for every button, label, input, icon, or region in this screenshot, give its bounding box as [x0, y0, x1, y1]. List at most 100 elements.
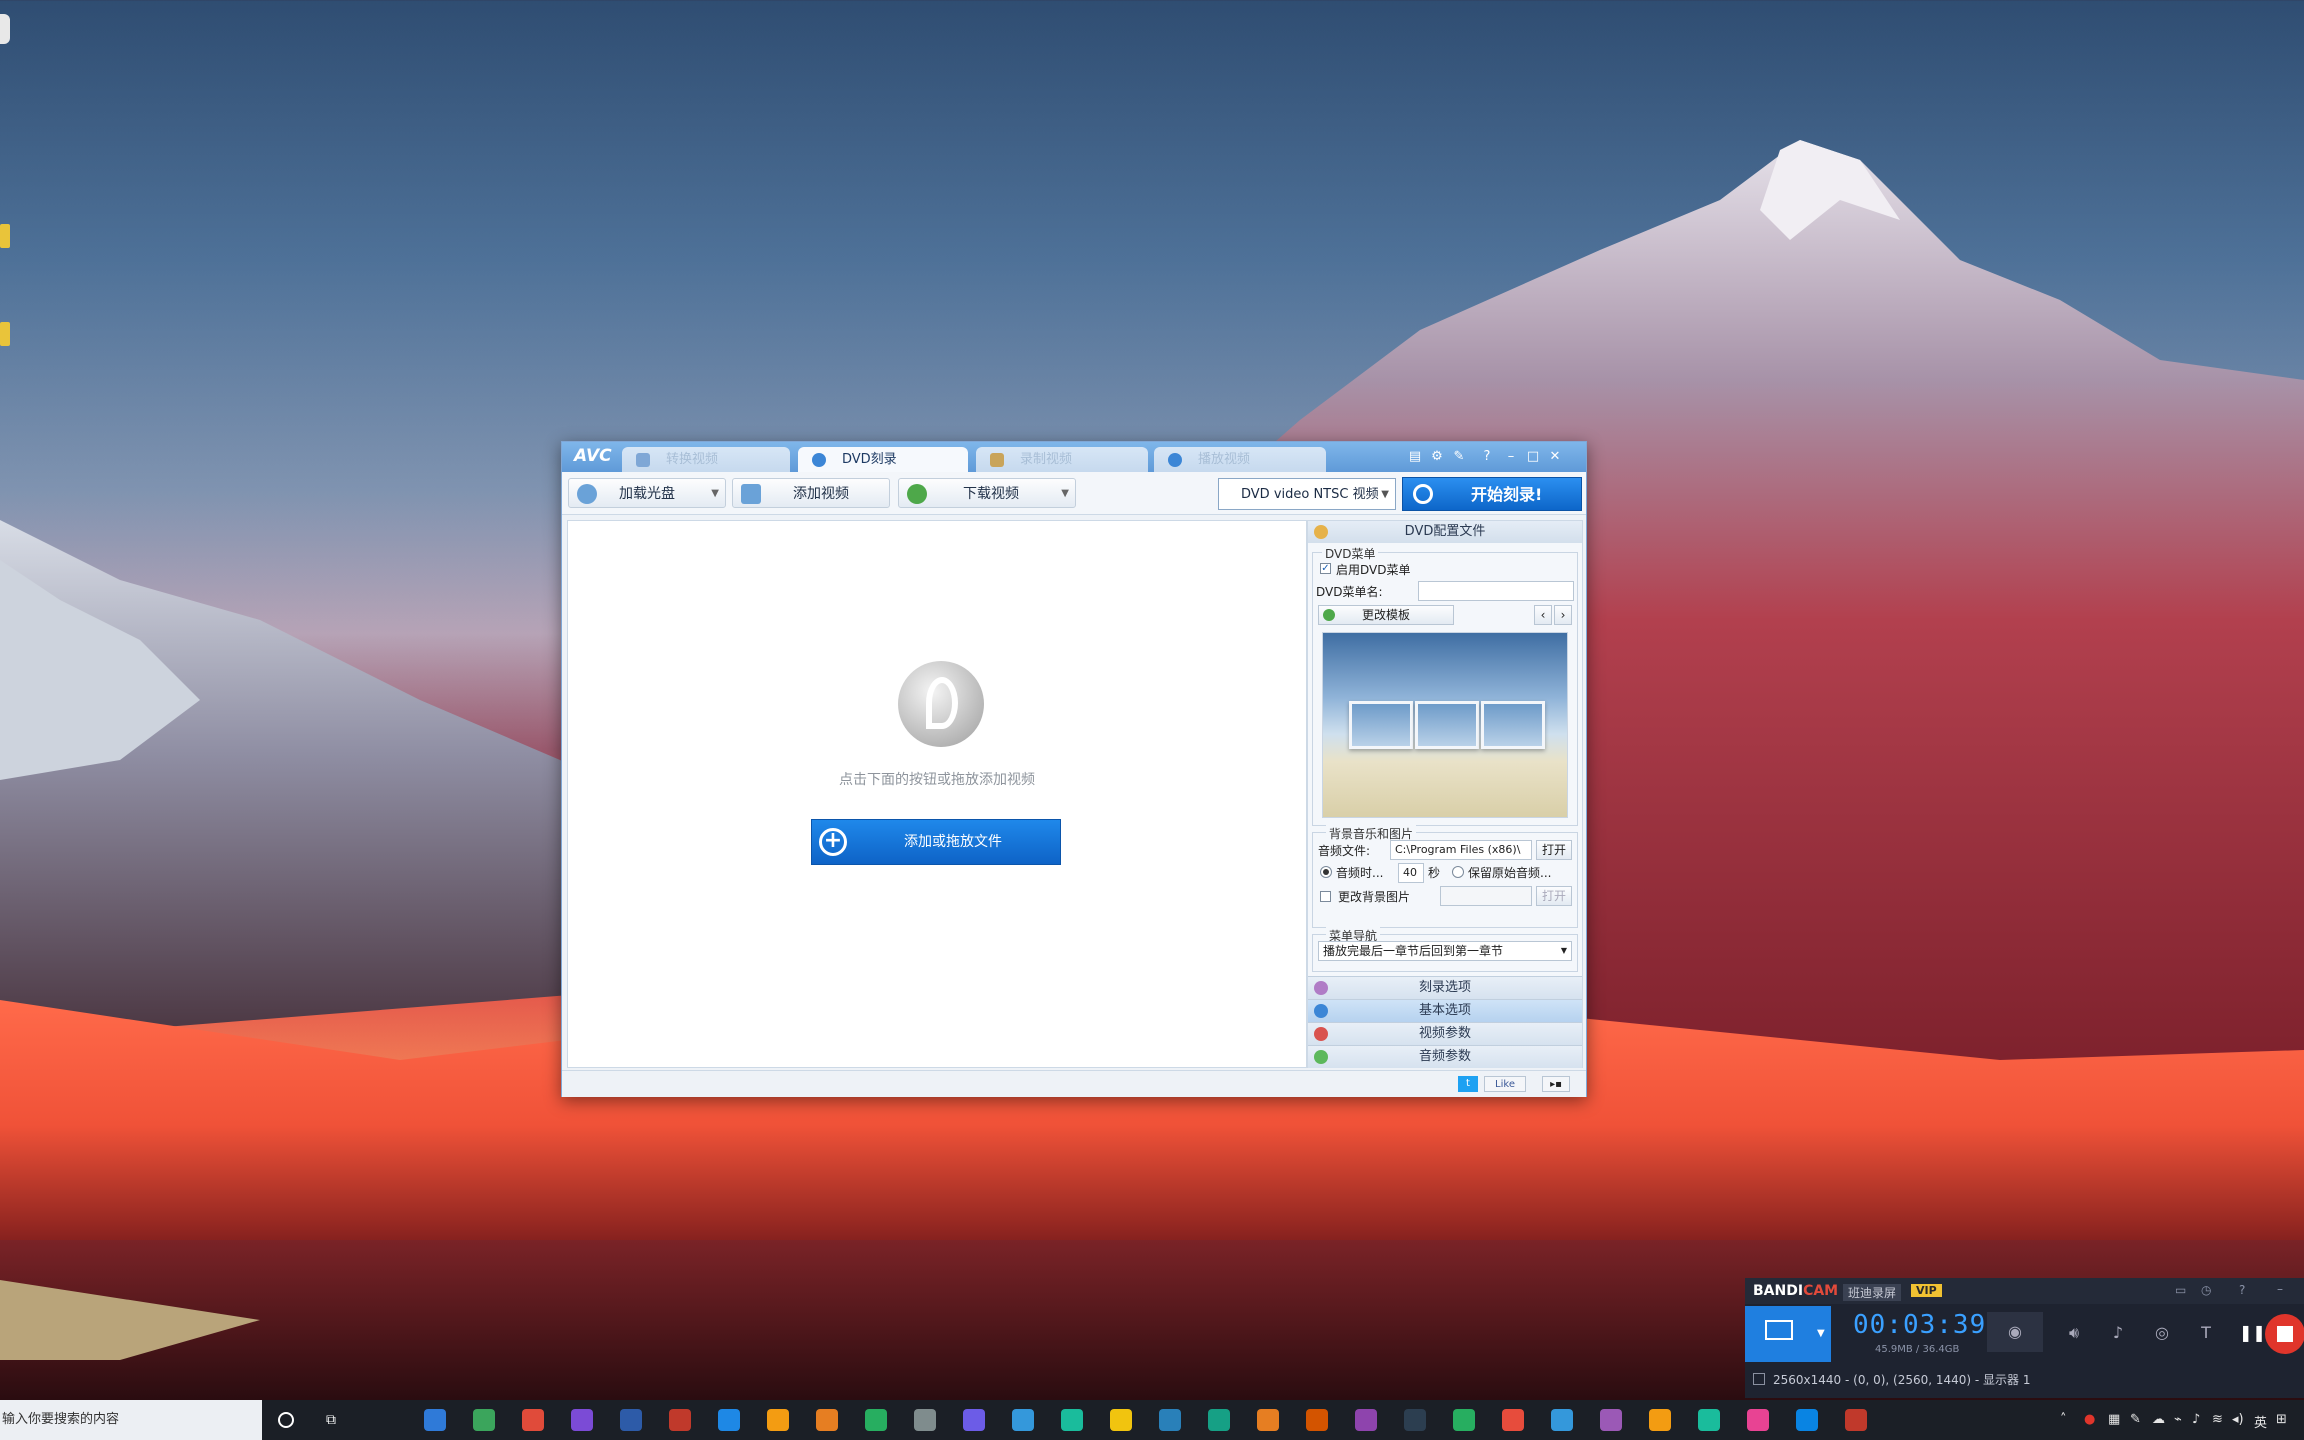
prev-template-button[interactable]: ‹ [1534, 605, 1552, 625]
taskbar-app-icon[interactable] [1649, 1409, 1671, 1431]
close-icon[interactable]: ✕ [1547, 449, 1563, 465]
region-checkbox[interactable] [1753, 1373, 1765, 1385]
mic-tray-icon[interactable]: ♪ [2192, 1412, 2200, 1427]
minimize-icon[interactable]: – [2277, 1282, 2283, 1296]
taskbar-app-icon[interactable] [1600, 1409, 1622, 1431]
cloud-icon[interactable]: ☁ [2152, 1412, 2165, 1427]
download-video-button[interactable]: 下载视频 ▼ [898, 478, 1076, 508]
taskbar-app-icon[interactable] [1796, 1409, 1818, 1431]
text-icon[interactable]: T [2195, 1322, 2217, 1344]
taskbar-search-input[interactable]: 输入你要搜索的内容 [0, 1400, 262, 1440]
webcam-icon[interactable]: ◉ [1987, 1312, 2043, 1352]
taskbar-app-icon[interactable] [1012, 1409, 1034, 1431]
taskbar-app-icon[interactable] [914, 1409, 936, 1431]
ime-icon[interactable]: ⊞ [2276, 1412, 2287, 1427]
taskbar-app-icon[interactable] [1355, 1409, 1377, 1431]
chevron-down-icon[interactable]: ▼ [711, 479, 719, 509]
panel-header[interactable]: DVD配置文件 [1308, 521, 1582, 543]
language-indicator[interactable]: 英 [2254, 1412, 2267, 1431]
twitter-icon[interactable]: t [1458, 1076, 1478, 1092]
usb-icon[interactable]: ⌁ [2174, 1412, 2182, 1427]
taskbar-app-icon[interactable] [473, 1409, 495, 1431]
taskbar-app-icon[interactable] [1110, 1409, 1132, 1431]
pause-icon[interactable]: ❚❚ [2239, 1322, 2266, 1344]
change-template-button[interactable]: 更改模板 [1318, 605, 1454, 625]
tray-up-icon[interactable]: ˄ [2060, 1412, 2067, 1427]
taskbar-app-icon[interactable] [1061, 1409, 1083, 1431]
toggle-panel-icon[interactable]: ▸▪ [1542, 1076, 1570, 1092]
taskbar-app-icon[interactable] [767, 1409, 789, 1431]
taskbar-app-icon[interactable] [1453, 1409, 1475, 1431]
mouse-effect-icon[interactable]: ◎ [2151, 1322, 2173, 1344]
desktop-icon[interactable] [0, 224, 10, 248]
output-profile-select[interactable]: DVD video NTSC 视频 ▼ [1218, 478, 1396, 510]
taskbar-app-icon[interactable] [1502, 1409, 1524, 1431]
section-burn-options[interactable]: 刻录选项 [1308, 976, 1582, 999]
folder-icon[interactable]: ▭ [2175, 1283, 2186, 1297]
audio-duration-input[interactable]: 40 [1398, 863, 1424, 883]
chevron-down-icon[interactable]: ▼ [1061, 479, 1069, 509]
add-file-button[interactable]: + 添加或拖放文件 [811, 819, 1061, 865]
wifi-icon[interactable]: ≋ [2212, 1412, 2223, 1427]
start-burn-button[interactable]: 开始刻录! [1402, 477, 1582, 511]
help-icon[interactable]: ? [2239, 1283, 2245, 1297]
log-icon[interactable]: ▤ [1407, 449, 1423, 465]
chevron-down-icon[interactable]: ▼ [1817, 1328, 1825, 1339]
minimize-icon[interactable]: – [1503, 449, 1519, 465]
taskbar-app-icon[interactable] [718, 1409, 740, 1431]
taskbar-app-icon[interactable] [1159, 1409, 1181, 1431]
microphone-icon[interactable]: ♪ [2107, 1322, 2129, 1344]
settings-icon[interactable]: ⚙ [1429, 449, 1445, 465]
taskbar-app-icon[interactable] [669, 1409, 691, 1431]
tab-convert-video[interactable]: 转换视频 [622, 447, 790, 472]
open-bg-button[interactable]: 打开 [1536, 886, 1572, 906]
speaker-icon[interactable]: 🔊︎ [2063, 1322, 2085, 1344]
cortana-icon[interactable] [278, 1412, 294, 1428]
tab-play-video[interactable]: 播放视频 [1154, 447, 1326, 472]
record-tray-icon[interactable]: ● [2084, 1412, 2095, 1427]
section-audio-params[interactable]: 音频参数 [1308, 1045, 1582, 1068]
volume-icon[interactable]: ◂) [2232, 1412, 2244, 1427]
clock-icon[interactable]: ◷ [2201, 1283, 2211, 1297]
tools-icon[interactable]: ✎ [1451, 449, 1467, 465]
section-video-params[interactable]: 视频参数 [1308, 1022, 1582, 1045]
keep-audio-radio[interactable] [1452, 866, 1464, 878]
taskbar-app-icon[interactable] [1208, 1409, 1230, 1431]
taskbar-app-icon[interactable] [963, 1409, 985, 1431]
file-drop-area[interactable]: 点击下面的按钮或拖放添加视频 + 添加或拖放文件 [567, 520, 1307, 1068]
taskbar-app-icon[interactable] [1698, 1409, 1720, 1431]
open-audio-button[interactable]: 打开 [1536, 840, 1572, 860]
taskbar-app-icon[interactable] [865, 1409, 887, 1431]
taskbar-app-icon[interactable] [522, 1409, 544, 1431]
taskbar-app-icon[interactable] [424, 1409, 446, 1431]
task-view-icon[interactable]: ⧉ [326, 1412, 336, 1428]
taskbar-app-icon[interactable] [1257, 1409, 1279, 1431]
desktop-icon[interactable] [0, 322, 10, 346]
tab-record-video[interactable]: 录制视频 [976, 447, 1148, 472]
taskbar-app-icon[interactable] [571, 1409, 593, 1431]
next-template-button[interactable]: › [1554, 605, 1572, 625]
change-bg-checkbox[interactable] [1320, 891, 1331, 902]
tab-dvd-burn[interactable]: DVD刻录 [798, 447, 968, 472]
desktop-icon[interactable] [0, 14, 10, 44]
load-disc-button[interactable]: 加载光盘 ▼ [568, 478, 726, 508]
facebook-like-button[interactable]: Like [1484, 1076, 1526, 1092]
taskbar-app-icon[interactable] [1306, 1409, 1328, 1431]
help-icon[interactable]: ? [1479, 449, 1495, 465]
taskbar-app-icon[interactable] [1551, 1409, 1573, 1431]
enable-menu-checkbox[interactable]: ✓ [1320, 563, 1331, 574]
stop-record-button[interactable] [2265, 1314, 2304, 1354]
section-basic-options[interactable]: 基本选项 [1308, 999, 1582, 1022]
menu-name-input[interactable] [1418, 581, 1574, 601]
taskbar-app-icon[interactable] [1404, 1409, 1426, 1431]
taskbar-app-icon[interactable] [620, 1409, 642, 1431]
maximize-icon[interactable]: □ [1525, 449, 1541, 465]
audio-duration-radio[interactable] [1320, 866, 1332, 878]
audio-file-input[interactable]: C:\Program Files (x86)\ [1390, 840, 1532, 860]
add-video-button[interactable]: 添加视频 [732, 478, 890, 508]
menu-template-preview[interactable] [1322, 632, 1568, 818]
menu-nav-select[interactable]: 播放完最后一章节后回到第一章节 ▼ [1318, 941, 1572, 961]
taskbar-app-icon[interactable] [1747, 1409, 1769, 1431]
taskbar-app-icon[interactable] [816, 1409, 838, 1431]
pen-icon[interactable]: ✎ [2130, 1412, 2141, 1427]
